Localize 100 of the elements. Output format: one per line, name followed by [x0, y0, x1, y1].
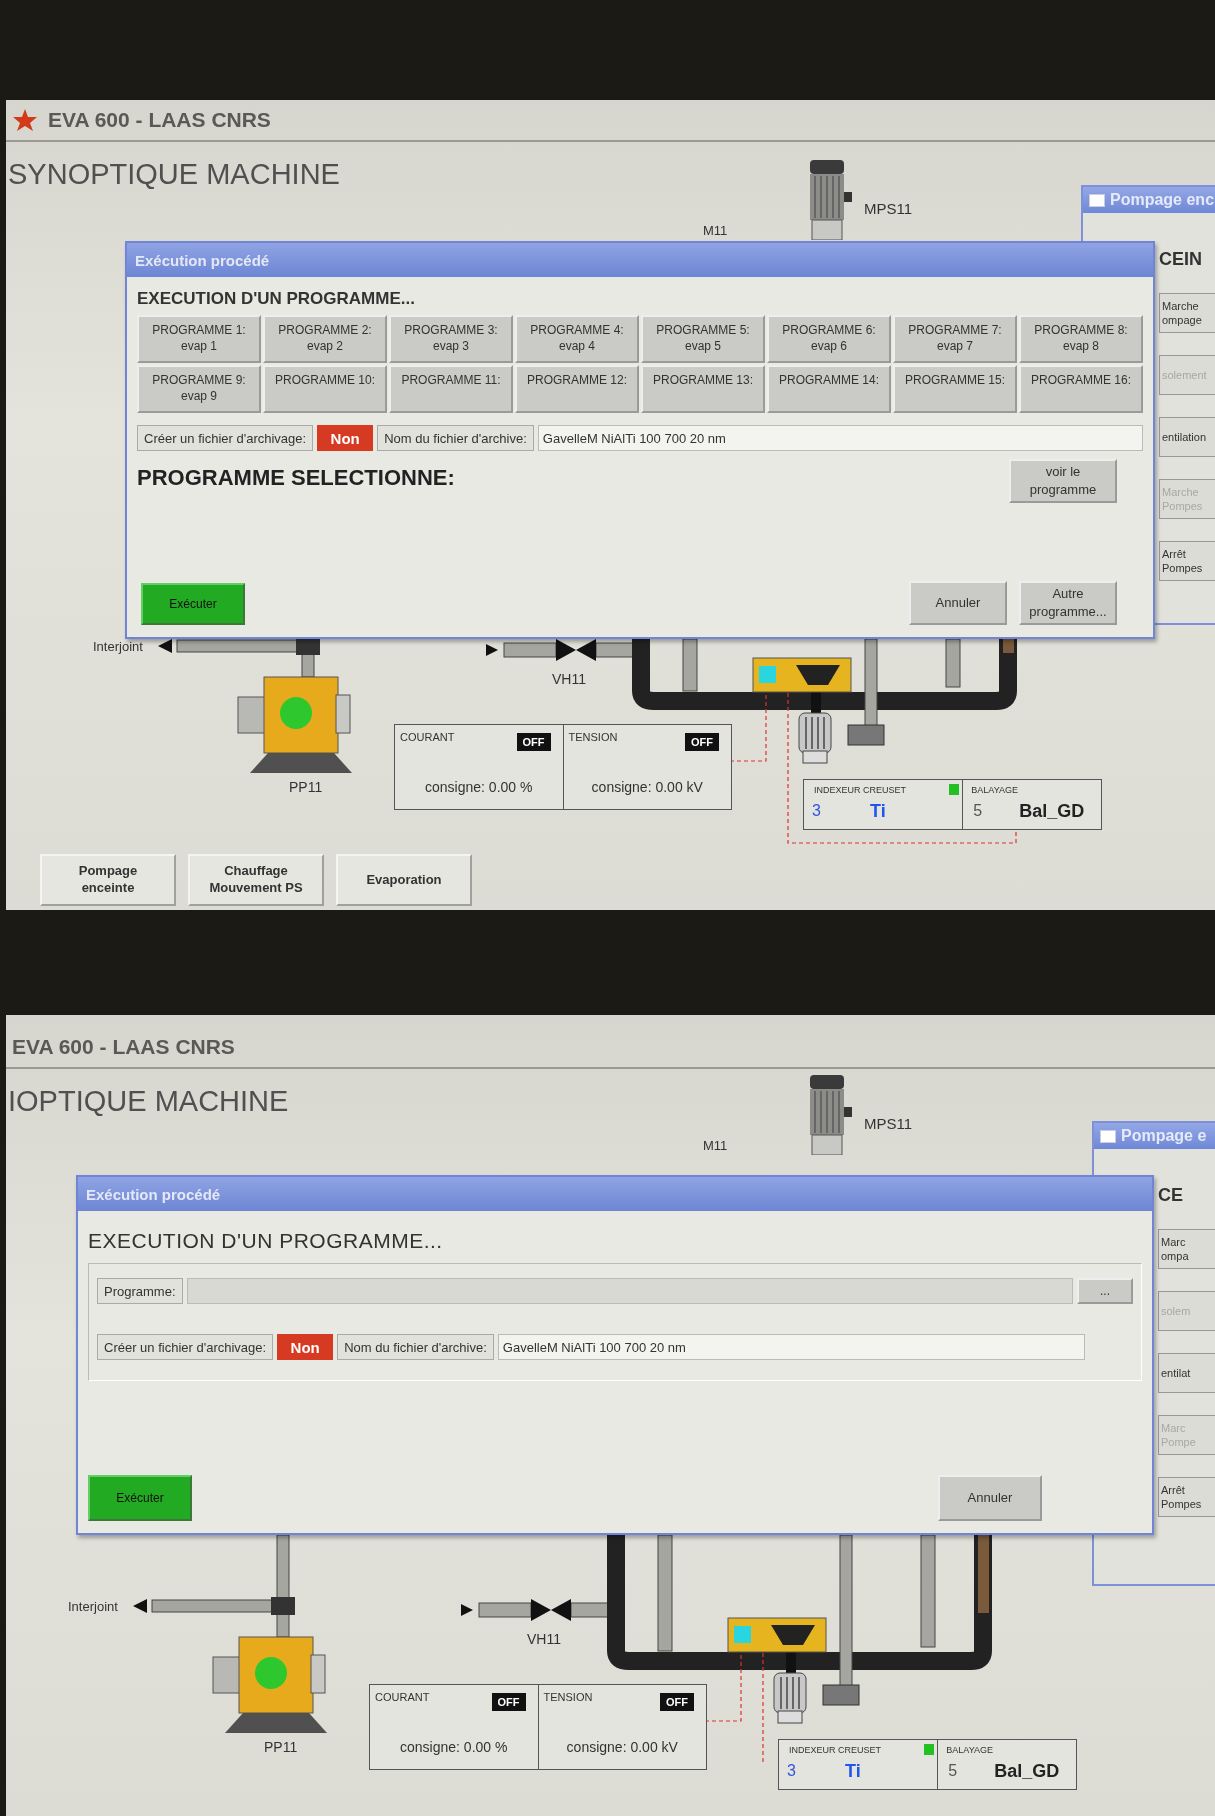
browse-button[interactable]: ... — [1077, 1278, 1133, 1304]
sweep-number: 5 — [948, 1762, 958, 1780]
other-program-button[interactable]: Autre programme... — [1019, 581, 1117, 625]
program-button[interactable]: PROGRAMME 3: evap 3 — [389, 315, 513, 363]
dialog-heading: EXECUTION D'UN PROGRAMME... — [137, 289, 416, 309]
sweep-label: BALAYAGE — [946, 1745, 993, 1755]
filename-field[interactable]: GavelleM NiAlTi 100 700 20 nm — [497, 1334, 1085, 1360]
program-button[interactable]: PROGRAMME 16: — [1019, 365, 1143, 413]
program-field[interactable] — [186, 1278, 1073, 1304]
arrow-icon — [158, 639, 172, 653]
state-badge: OFF — [491, 1693, 526, 1711]
page-title: IOPTIQUE MACHINE — [8, 1085, 290, 1118]
program-button[interactable]: PROGRAMME 13: — [641, 365, 765, 413]
window-heading: CEIN — [1159, 249, 1203, 271]
program-button[interactable]: PROGRAMME 8: evap 8 — [1019, 315, 1143, 363]
motor-label: M11 — [703, 1138, 728, 1153]
pipe — [503, 642, 557, 658]
power-label: TENSION — [568, 731, 618, 743]
state-badge: OFF — [516, 733, 551, 751]
arrow-icon — [133, 1599, 147, 1613]
pipe — [595, 642, 635, 658]
cancel-button[interactable]: Annuler — [938, 1475, 1042, 1521]
page-title: SYNOPTIQUE MACHINE — [8, 158, 341, 191]
setpoint-text: consigne: 0.00 kV — [590, 779, 704, 795]
pipe — [570, 1602, 610, 1618]
star-logo-icon — [12, 108, 38, 132]
valve-label: VH11 — [552, 671, 586, 687]
valve-label: VH11 — [527, 1631, 561, 1647]
field-label: Créer un fichier d'archivage: — [137, 425, 314, 451]
view-program-button[interactable]: voir le programme — [1009, 459, 1117, 503]
state-badge: OFF — [685, 733, 719, 751]
archive-toggle[interactable]: Non — [317, 425, 374, 451]
motor-drawing — [798, 712, 832, 764]
motor-drawing — [773, 1672, 807, 1724]
leader-line — [729, 692, 767, 762]
program-button[interactable]: PROGRAMME 15: — [893, 365, 1017, 413]
program-button[interactable]: PROGRAMME 12: — [515, 365, 639, 413]
program-button[interactable]: PROGRAMME 9: evap 9 — [137, 365, 261, 413]
pump-label: PP11 — [289, 779, 323, 795]
crucible-label: INDEXEUR CREUSET — [814, 785, 906, 795]
dialog-heading: EXECUTION D'UN PROGRAMME... — [88, 1229, 444, 1253]
sweep-pattern: Bal_GD — [1019, 801, 1085, 822]
crucible-label: INDEXEUR CREUSET — [789, 1745, 881, 1755]
program-button[interactable]: PROGRAMME 1: evap 1 — [137, 315, 261, 363]
panel-button[interactable]: entilat — [1158, 1353, 1215, 1393]
run-button[interactable]: Exécuter — [141, 583, 245, 625]
program-button[interactable]: PROGRAMME 11: — [389, 365, 513, 413]
crucible-number: 3 — [812, 802, 821, 820]
program-button[interactable]: PROGRAMME 7: evap 7 — [893, 315, 1017, 363]
filename-field[interactable]: GavelleM NiAlTi 100 700 20 nm — [537, 425, 1143, 451]
crucible-material: Ti — [870, 801, 886, 822]
leader-line — [704, 1652, 742, 1722]
dialog-title: Exécution procédé — [86, 1185, 221, 1203]
arrow-icon — [486, 644, 498, 656]
setpoint-text: consigne: 0.00 % — [424, 779, 534, 795]
window-heading: CE — [1158, 1185, 1184, 1207]
run-button[interactable]: Exécuter — [88, 1475, 192, 1521]
motor-label: MPS11 — [864, 200, 913, 217]
panel-button[interactable]: Marc ompa — [1158, 1229, 1215, 1269]
field-label: Programme: — [97, 1278, 183, 1304]
arrow-icon — [461, 1604, 473, 1616]
status-indicator — [949, 784, 960, 795]
panel-button[interactable]: Arrêt Pompes — [1159, 541, 1215, 581]
archive-toggle[interactable]: Non — [277, 1334, 334, 1360]
nav-tab[interactable]: Pompage enceinte — [40, 854, 176, 906]
field-label: Nom du fichier d'archive: — [377, 425, 534, 451]
window-title: Pompage e — [1121, 1127, 1207, 1145]
field-label: Créer un fichier d'archivage: — [97, 1334, 274, 1360]
motor-label: M11 — [703, 223, 728, 238]
app-title: EVA 600 - LAAS CNRS — [12, 1035, 235, 1059]
power-label: COURANT — [400, 731, 455, 743]
dialog-title: Exécution procédé — [135, 251, 270, 269]
setpoint-text: consigne: 0.00 % — [399, 1739, 509, 1755]
window-icon — [1100, 1129, 1116, 1143]
cancel-button[interactable]: Annuler — [909, 581, 1007, 625]
program-button[interactable]: PROGRAMME 10: — [263, 365, 387, 413]
program-button[interactable]: PROGRAMME 5: evap 5 — [641, 315, 765, 363]
app-title: EVA 600 - LAAS CNRS — [48, 108, 271, 132]
panel-button[interactable]: Arrêt Pompes — [1158, 1477, 1215, 1517]
panel-button[interactable]: entilation — [1159, 417, 1215, 457]
sweep-number: 5 — [973, 802, 983, 820]
window-icon — [1089, 193, 1105, 207]
sweep-label: BALAYAGE — [971, 785, 1018, 795]
program-button[interactable]: PROGRAMME 2: evap 2 — [263, 315, 387, 363]
valve-icon — [531, 1599, 571, 1621]
nav-tab[interactable]: Evaporation — [336, 854, 472, 906]
motor-label: MPS11 — [864, 1115, 913, 1132]
setpoint-text: consigne: 0.00 kV — [565, 1739, 679, 1755]
window-title: Pompage enc — [1110, 191, 1215, 209]
interjoint-label: Interjoint — [93, 639, 143, 654]
pipe — [478, 1602, 532, 1618]
program-button[interactable]: PROGRAMME 6: evap 6 — [767, 315, 891, 363]
panel-button[interactable]: Marche ompage — [1159, 293, 1215, 333]
status-indicator — [924, 1744, 935, 1755]
selected-program-heading: PROGRAMME SELECTIONNE: — [137, 465, 455, 491]
program-button[interactable]: PROGRAMME 4: evap 4 — [515, 315, 639, 363]
crucible-material: Ti — [845, 1761, 861, 1782]
program-button[interactable]: PROGRAMME 14: — [767, 365, 891, 413]
nav-tab[interactable]: Chauffage Mouvement PS — [188, 854, 324, 906]
pump-label: PP11 — [264, 1739, 298, 1755]
